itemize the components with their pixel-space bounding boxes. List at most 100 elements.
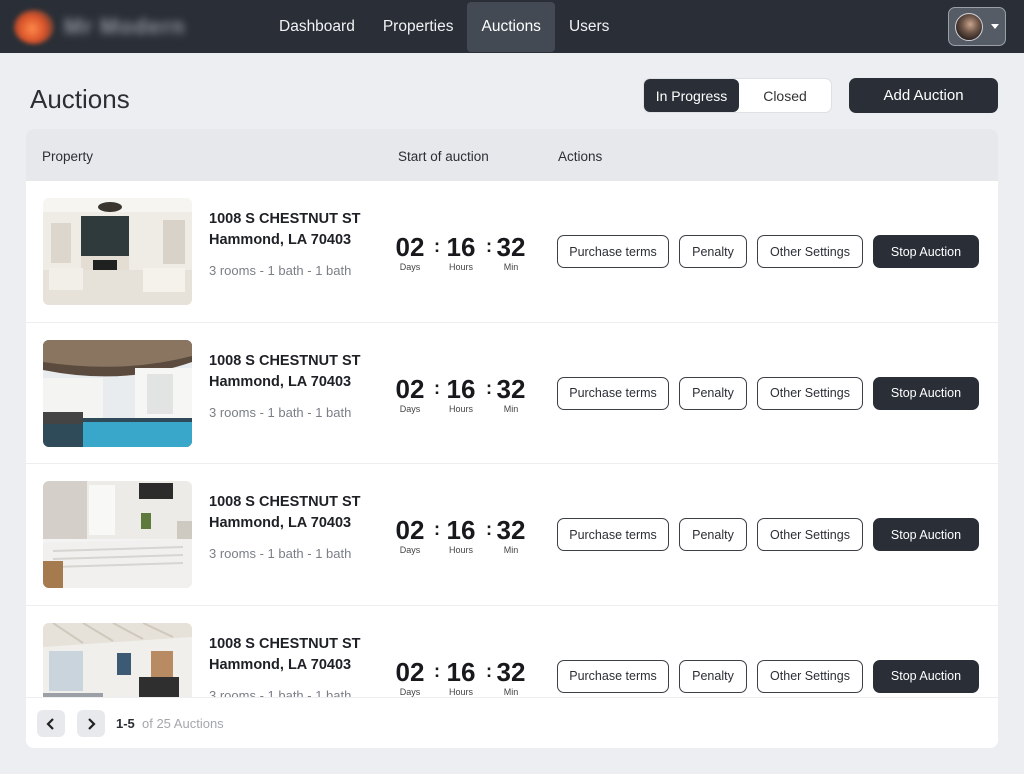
table-body[interactable]: 1008 S CHESTNUT ST Hammond, LA 70403 3 r… <box>26 181 998 697</box>
countdown-hours-label: Hours <box>448 686 473 697</box>
property-photo[interactable] <box>43 339 192 447</box>
countdown-days: 02 <box>395 656 425 687</box>
countdown-min: 32 <box>496 373 526 404</box>
countdown-separator: : <box>434 236 440 256</box>
penalty-button[interactable]: Penalty <box>679 235 747 268</box>
nav-item-auctions[interactable]: Auctions <box>467 2 555 52</box>
other-settings-button[interactable]: Other Settings <box>757 659 863 693</box>
property-details: 3 rooms - 1 bath - 1 bath <box>209 687 352 698</box>
brand-name[interactable]: Mr Modern <box>64 14 185 39</box>
penalty-button[interactable]: Penalty <box>679 518 747 551</box>
countdown-days-label: Days <box>399 686 421 697</box>
penalty-button[interactable]: Penalty <box>679 376 747 410</box>
account-menu-button[interactable] <box>948 7 1006 46</box>
property-photo[interactable] <box>43 481 192 588</box>
countdown-days: 02 <box>395 232 425 262</box>
property-city: Hammond, LA 70403 <box>209 373 352 390</box>
countdown-separator: : <box>434 377 440 398</box>
stop-auction-button[interactable]: Stop Auction <box>873 376 979 410</box>
property-street: 1008 S CHESTNUT ST <box>209 352 361 369</box>
nav-item-properties[interactable]: Properties <box>369 2 468 52</box>
nav-item-dashboard[interactable]: Dashboard <box>265 2 369 52</box>
countdown-separator: : <box>486 236 492 256</box>
auctions-table: Property Start of auction Actions 1008 S… <box>26 129 998 748</box>
property-photo-image <box>43 198 192 305</box>
property-street: 1008 S CHESTNUT ST <box>209 635 361 652</box>
purchase-terms-button[interactable]: Purchase terms <box>557 518 669 551</box>
property-photo[interactable] <box>43 198 192 305</box>
countdown-hours: 16 <box>446 373 476 404</box>
column-header-start: Start of auction <box>398 149 489 164</box>
table-row: 1008 S CHESTNUT ST Hammond, LA 70403 3 r… <box>26 464 998 606</box>
next-page-button[interactable] <box>77 710 105 737</box>
property-details: 3 rooms - 1 bath - 1 bath <box>209 546 352 561</box>
pagination: 1-5 of 25 Auctions <box>26 697 998 748</box>
chevron-left-icon <box>46 717 54 730</box>
countdown-days-label: Days <box>399 545 421 555</box>
countdown-min-label: Min <box>503 686 519 697</box>
purchase-terms-button[interactable]: Purchase terms <box>557 235 669 268</box>
countdown-days: 02 <box>395 515 425 545</box>
other-settings-button[interactable]: Other Settings <box>757 235 863 268</box>
main-nav: Dashboard Properties Auctions Users <box>265 2 623 52</box>
purchase-terms-button[interactable]: Purchase terms <box>557 659 669 693</box>
countdown-min: 32 <box>496 515 526 545</box>
purchase-terms-button[interactable]: Purchase terms <box>557 376 669 410</box>
stop-auction-button[interactable]: Stop Auction <box>873 235 979 268</box>
previous-page-button[interactable] <box>37 710 65 737</box>
property-photo-image <box>43 339 192 447</box>
auction-countdown: 02 : 16 : 32 Days Hours Min <box>396 373 537 414</box>
caret-down-icon <box>991 24 999 29</box>
closed-tab[interactable]: Closed <box>739 79 831 112</box>
nav-item-users[interactable]: Users <box>555 2 623 52</box>
avatar <box>955 13 983 41</box>
countdown-separator: : <box>486 377 492 398</box>
countdown-min-label: Min <box>503 403 519 414</box>
property-city: Hammond, LA 70403 <box>209 232 352 248</box>
add-auction-button[interactable]: Add Auction <box>849 78 998 113</box>
brand-logo-icon[interactable] <box>14 10 54 44</box>
countdown-hours: 16 <box>446 232 476 262</box>
auction-countdown: 02 : 16 : 32 Days Hours Min <box>396 232 537 272</box>
table-row: 1008 S CHESTNUT ST Hammond, LA 70403 3 r… <box>26 181 998 323</box>
countdown-hours-label: Hours <box>448 262 473 272</box>
property-details: 3 rooms - 1 bath - 1 bath <box>209 404 352 420</box>
table-header: Property Start of auction Actions <box>26 129 998 181</box>
table-row: 1008 S CHESTNUT ST Hammond, LA 70403 3 r… <box>26 606 998 698</box>
countdown-separator: : <box>486 519 492 539</box>
page-title: Auctions <box>30 84 130 114</box>
table-row: 1008 S CHESTNUT ST Hammond, LA 70403 3 r… <box>26 323 998 464</box>
page-range: 1-5 <box>116 716 135 731</box>
countdown-min-label: Min <box>503 262 519 272</box>
property-details: 3 rooms - 1 bath - 1 bath <box>209 263 352 278</box>
penalty-button[interactable]: Penalty <box>679 659 747 693</box>
total-count: of 25 Auctions <box>142 716 224 731</box>
other-settings-button[interactable]: Other Settings <box>757 376 863 410</box>
countdown-separator: : <box>434 519 440 539</box>
property-photo-image <box>43 622 192 697</box>
auction-countdown: 02 : 16 : 32 Days Hours Min <box>396 656 537 697</box>
property-city: Hammond, LA 70403 <box>209 656 352 673</box>
countdown-hours-label: Hours <box>448 545 473 555</box>
countdown-hours: 16 <box>446 515 476 545</box>
in-progress-tab[interactable]: In Progress <box>644 79 739 112</box>
auction-status-toggle: In Progress Closed <box>643 78 832 113</box>
countdown-days-label: Days <box>399 403 421 414</box>
stop-auction-button[interactable]: Stop Auction <box>873 518 979 551</box>
countdown-min: 32 <box>496 656 526 687</box>
countdown-separator: : <box>486 660 492 681</box>
property-photo[interactable] <box>43 622 192 697</box>
countdown-days: 02 <box>395 373 425 404</box>
countdown-separator: : <box>434 660 440 681</box>
property-photo-image <box>43 481 192 588</box>
countdown-days-label: Days <box>399 262 421 272</box>
other-settings-button[interactable]: Other Settings <box>757 518 863 551</box>
countdown-hours: 16 <box>446 656 476 687</box>
top-navigation-bar: Mr Modern Dashboard Properties Auctions … <box>0 0 1024 53</box>
property-street: 1008 S CHESTNUT ST <box>209 211 361 227</box>
stop-auction-button[interactable]: Stop Auction <box>873 659 979 693</box>
countdown-min: 32 <box>496 232 526 262</box>
column-header-actions: Actions <box>558 149 603 164</box>
property-city: Hammond, LA 70403 <box>209 515 352 531</box>
column-header-property: Property <box>42 149 94 164</box>
